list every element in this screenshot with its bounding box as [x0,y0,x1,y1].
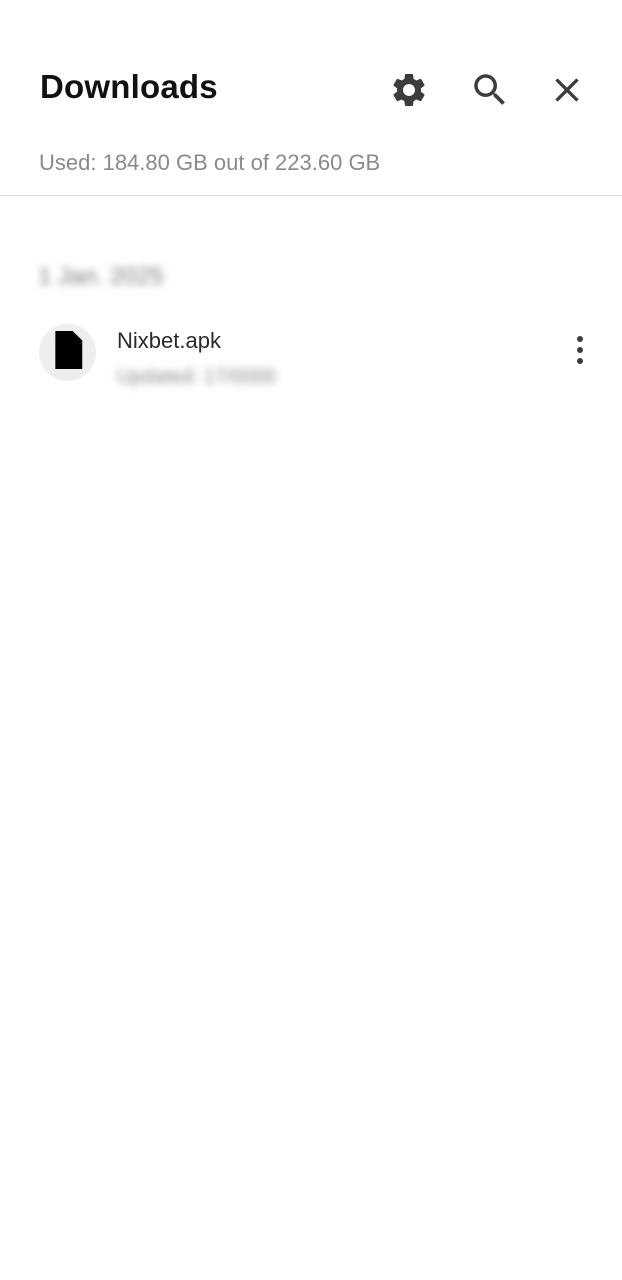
close-icon [547,70,587,110]
more-vert-icon [575,335,585,370]
file-icon-container [39,324,96,381]
file-icon [51,331,85,374]
search-button[interactable] [466,66,514,114]
search-icon [469,69,511,111]
settings-button[interactable] [385,66,433,114]
close-button[interactable] [543,66,591,114]
gear-icon [389,70,429,110]
more-options-button[interactable] [556,328,604,376]
file-meta: Updated: 17/0000 [117,366,277,388]
storage-usage: Used: 184.80 GB out of 223.60 GB [39,150,381,175]
section-date-header: 1 Jan. 2025 [38,263,164,290]
file-name: Nixbet.apk [117,328,221,353]
list-item[interactable]: Nixbet.apk Updated: 17/0000 [0,316,622,400]
page-title: Downloads [40,68,218,105]
app-header: Downloads Used: 184.80 GB out of 223.60 … [0,0,622,196]
